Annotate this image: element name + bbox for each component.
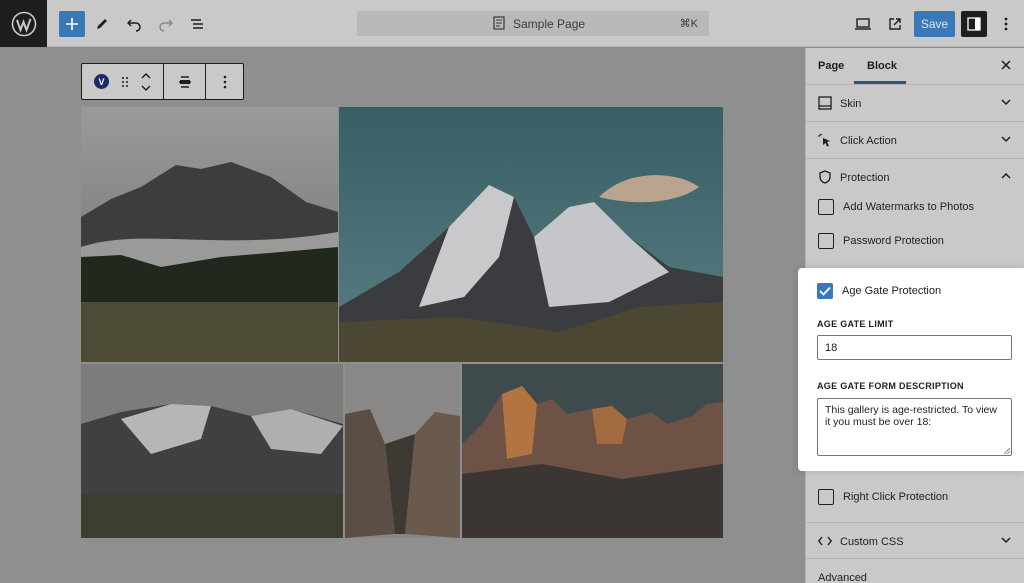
watermarks-checkbox[interactable] — [818, 199, 834, 215]
sidebar-icon — [967, 17, 981, 31]
add-block-button[interactable] — [59, 11, 85, 37]
pencil-icon — [97, 19, 107, 29]
age-gate-limit-input[interactable]: 18 — [817, 335, 1012, 360]
age-gate-description-label: AGE GATE FORM DESCRIPTION — [817, 381, 964, 391]
external-link-icon — [889, 18, 901, 30]
right-click-checkbox[interactable] — [818, 489, 834, 505]
view-page-button[interactable] — [882, 11, 908, 37]
list-view-icon — [191, 19, 203, 29]
panel-skin-label: Skin — [840, 98, 862, 110]
watermarks-label: Add Watermarks to Photos — [843, 201, 975, 213]
chevron-down-icon — [1001, 136, 1011, 143]
panel-click-action[interactable]: Click Action — [806, 122, 1024, 159]
panel-protection-label: Protection — [840, 172, 890, 184]
skin-icon — [818, 96, 832, 110]
gallery-image[interactable] — [345, 364, 460, 538]
password-label: Password Protection — [843, 235, 944, 247]
age-gate-checkbox[interactable] — [817, 283, 833, 299]
undo-button[interactable] — [121, 11, 147, 37]
watermarks-option[interactable]: Add Watermarks to Photos — [818, 199, 974, 215]
list-view-button[interactable] — [184, 11, 210, 37]
close-icon[interactable] — [1001, 60, 1011, 70]
chevron-up-icon — [1001, 172, 1011, 179]
block-toolbar: V — [81, 63, 244, 100]
gallery-image[interactable] — [81, 107, 338, 362]
shield-icon — [819, 170, 831, 184]
save-button[interactable]: Save — [914, 11, 955, 37]
resize-handle-icon[interactable] — [1004, 448, 1010, 454]
block-options-button[interactable] — [206, 64, 243, 99]
panel-protection[interactable]: Protection — [806, 159, 1024, 196]
wordpress-icon[interactable] — [0, 0, 47, 47]
age-gate-panel: Age Gate Protection AGE GATE LIMIT 18 AG… — [798, 268, 1024, 471]
age-gate-description-textarea[interactable]: This gallery is age-restricted. To view … — [817, 398, 1012, 456]
password-checkbox[interactable] — [818, 233, 834, 249]
panel-custom-css-label: Custom CSS — [840, 536, 904, 548]
active-tab-indicator — [854, 81, 906, 84]
age-gate-limit-label: AGE GATE LIMIT — [817, 319, 894, 329]
document-bar[interactable]: Sample Page ⌘K — [357, 11, 709, 36]
block-switcher[interactable]: V — [82, 64, 164, 99]
right-click-label: Right Click Protection — [843, 491, 949, 503]
gallery-image[interactable] — [81, 364, 343, 538]
top-toolbar: Sample Page ⌘K Save — [0, 0, 1024, 47]
document-title: Sample Page — [513, 17, 586, 31]
gallery-image[interactable] — [462, 364, 723, 538]
align-icon — [178, 75, 191, 88]
panel-custom-css[interactable]: Custom CSS — [806, 522, 1024, 559]
tools-button[interactable] — [89, 11, 115, 37]
checkmark-icon — [819, 286, 831, 296]
document-icon — [493, 16, 505, 30]
move-up-down-icon[interactable] — [141, 72, 151, 92]
redo-icon — [159, 19, 174, 32]
redo-button[interactable] — [153, 11, 179, 37]
gallery-image[interactable] — [339, 107, 723, 362]
age-gate-option[interactable]: Age Gate Protection — [817, 283, 941, 299]
tab-page[interactable]: Page — [818, 60, 844, 72]
chevron-down-icon — [1001, 537, 1011, 544]
options-button[interactable] — [993, 11, 1019, 37]
command-shortcut: ⌘K — [679, 18, 698, 30]
desktop-icon — [855, 18, 871, 30]
undo-icon — [126, 19, 141, 32]
plus-icon — [66, 18, 78, 30]
right-click-option[interactable]: Right Click Protection — [818, 489, 948, 505]
drag-handle-icon[interactable] — [121, 76, 129, 88]
preview-button[interactable] — [850, 11, 876, 37]
panel-advanced[interactable]: Advanced — [806, 559, 1024, 583]
more-vertical-icon — [223, 75, 226, 88]
password-option[interactable]: Password Protection — [818, 233, 944, 249]
panel-advanced-label: Advanced — [818, 572, 867, 583]
align-button[interactable] — [164, 64, 206, 99]
chevron-down-icon — [1001, 99, 1011, 106]
code-icon — [818, 536, 832, 546]
panel-skin[interactable]: Skin — [806, 85, 1024, 122]
more-vertical-icon — [1004, 17, 1008, 31]
cursor-click-icon — [818, 133, 830, 147]
tab-block[interactable]: Block — [867, 60, 897, 72]
settings-toggle-button[interactable] — [961, 11, 987, 37]
panel-click-action-label: Click Action — [840, 135, 897, 147]
age-gate-label: Age Gate Protection — [842, 285, 942, 297]
sidebar-tabs: Page Block — [806, 48, 1024, 85]
block-type-badge: V — [94, 74, 109, 89]
